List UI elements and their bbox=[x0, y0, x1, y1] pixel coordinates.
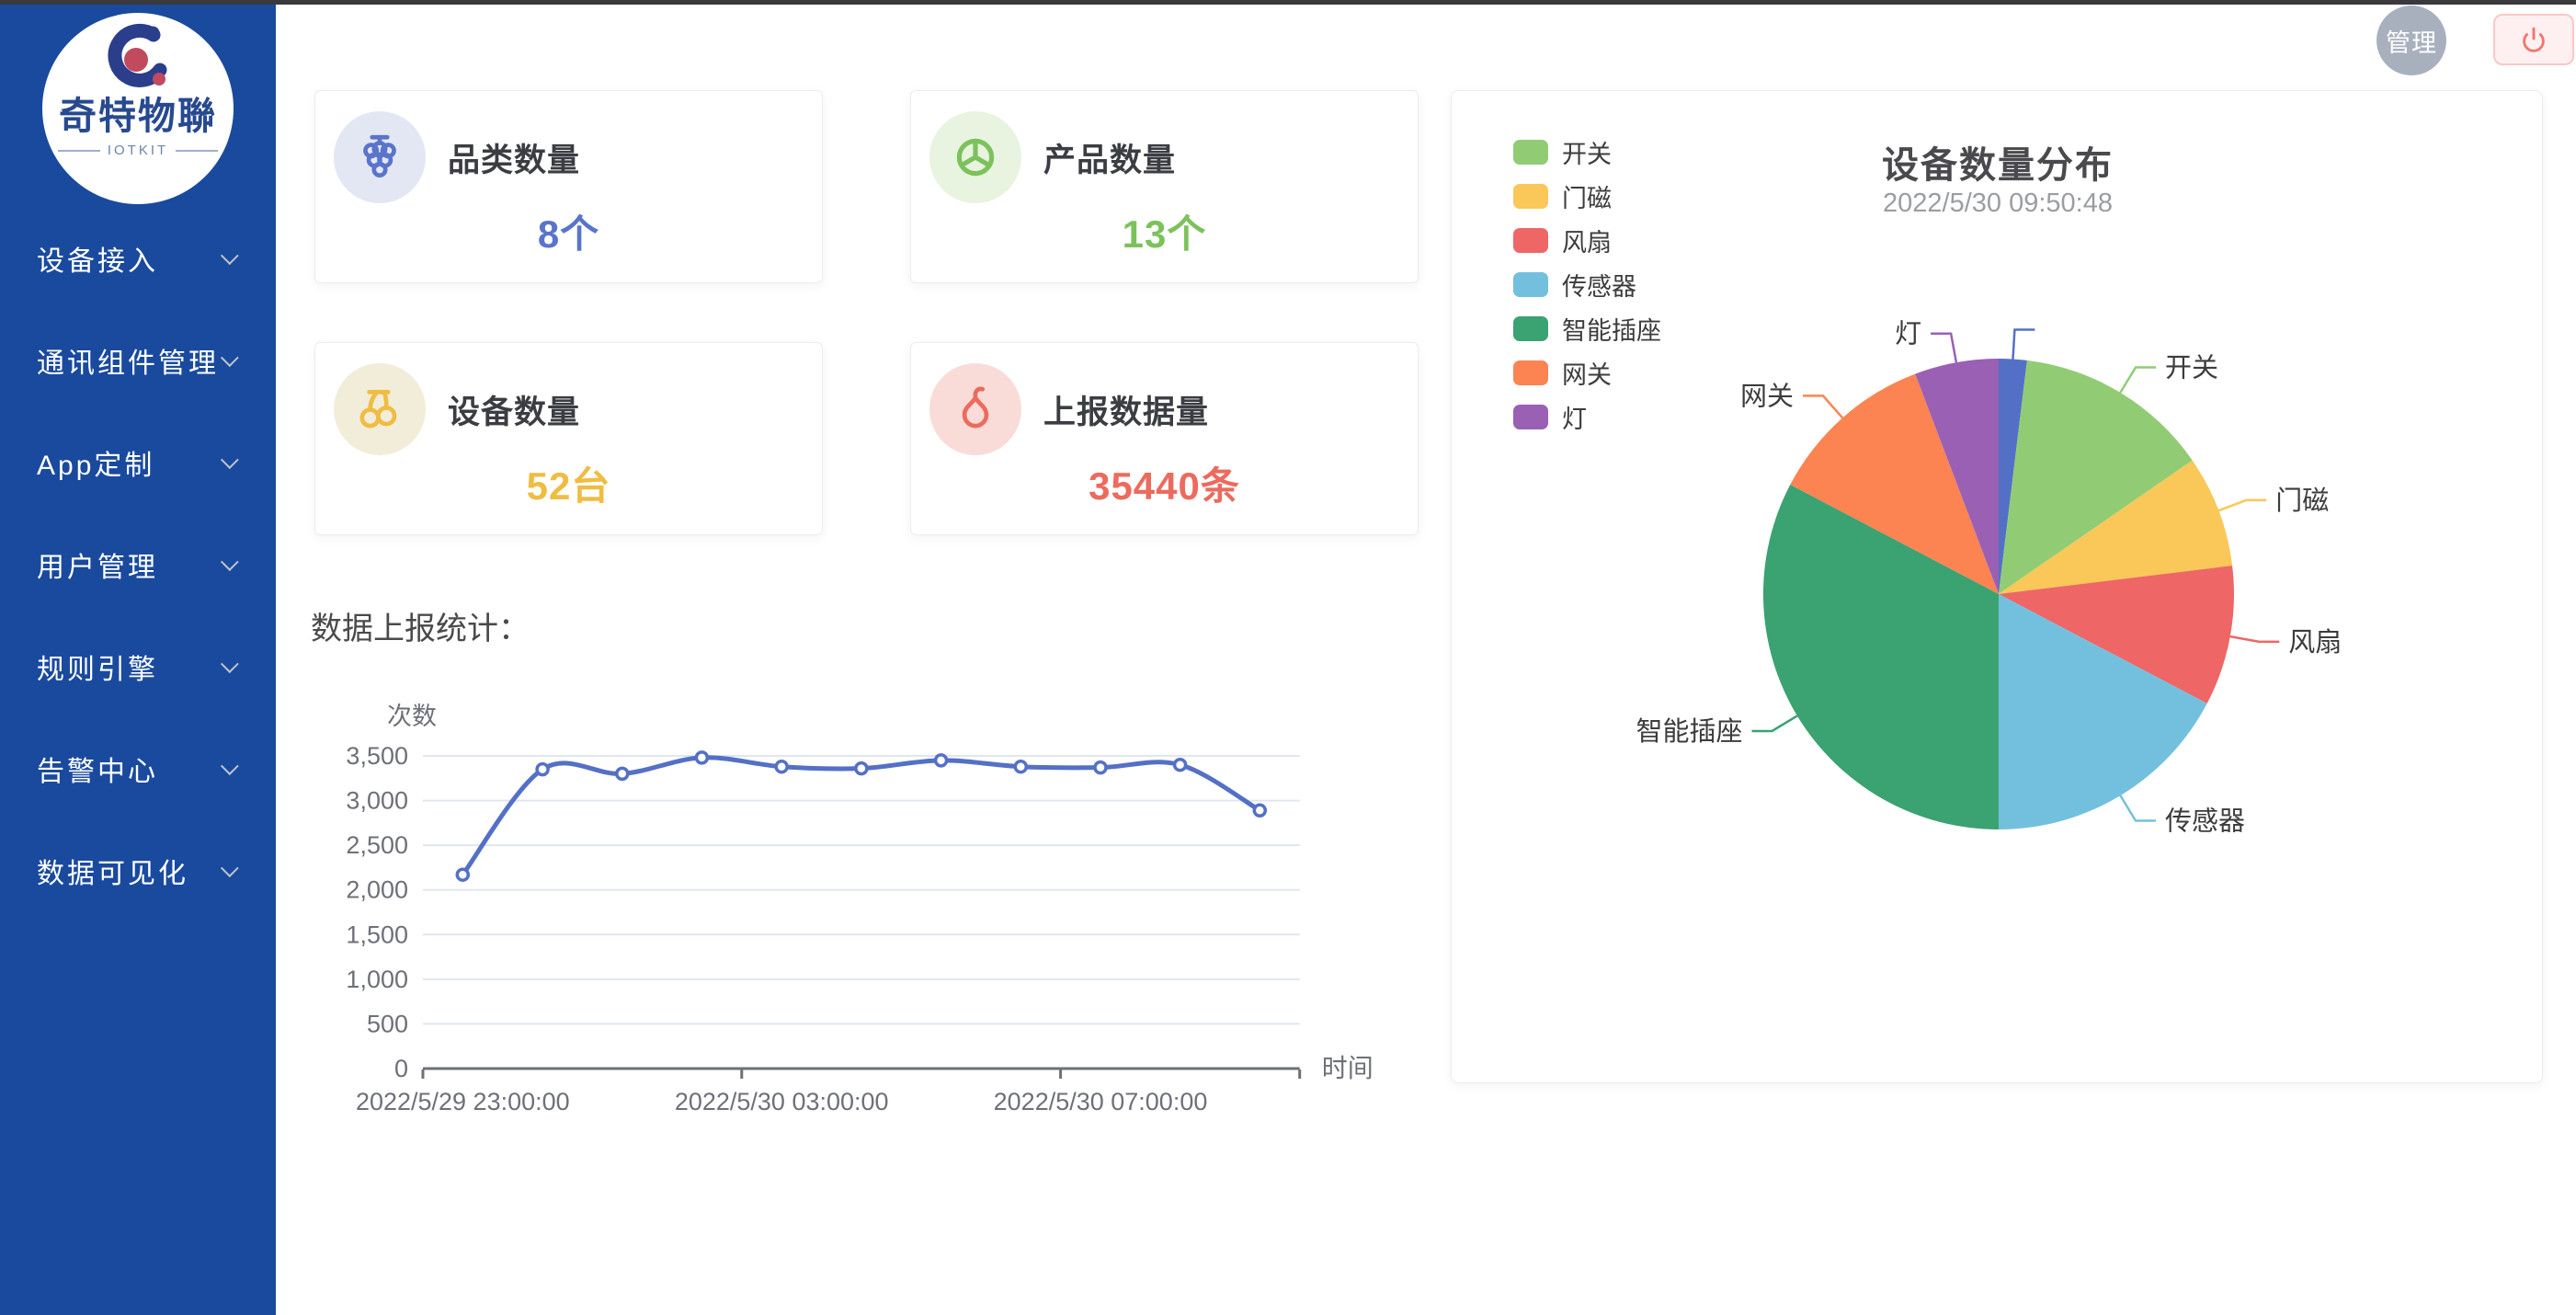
stat-value: 52台 bbox=[315, 455, 822, 511]
chevron-down-icon bbox=[221, 451, 239, 469]
stat-value: 8个 bbox=[315, 203, 822, 259]
category-count-card: 品类数量 8个 bbox=[314, 90, 823, 283]
data-point bbox=[1015, 761, 1026, 772]
line-chart-section-title: 数据上报统计： bbox=[311, 603, 530, 648]
pie-label-line bbox=[1803, 395, 1842, 417]
sidebar-item-alert-center[interactable]: 告警中心 bbox=[0, 717, 276, 819]
stat-value: 13个 bbox=[911, 203, 1418, 259]
y-axis-name: 次数 bbox=[387, 703, 437, 730]
data-point bbox=[856, 763, 867, 774]
data-point bbox=[1175, 760, 1186, 771]
sidebar-item-data-visualization[interactable]: 数据可见化 bbox=[0, 819, 276, 921]
data-point bbox=[537, 764, 548, 775]
pie-slice-label: 智能插座 bbox=[1636, 716, 1742, 747]
x-tick-label: 2022/5/30 07:00:00 bbox=[994, 1088, 1208, 1115]
y-tick-label: 500 bbox=[367, 1010, 408, 1037]
data-point bbox=[1254, 805, 1265, 816]
data-point bbox=[696, 752, 707, 763]
pie-slice-label: 开关 bbox=[2165, 353, 2218, 383]
sidebar-item-device-access[interactable]: 设备接入 bbox=[0, 207, 276, 309]
logo-rule-left bbox=[58, 150, 100, 152]
report-line-chart: 0 500 1,000 1,500 2,000 2,500 3,000 3,500 2022/5… bbox=[303, 685, 1453, 1163]
data-point bbox=[936, 755, 947, 766]
y-tick-label: 3,000 bbox=[346, 787, 408, 815]
pie-slice-label: 网关 bbox=[1740, 381, 1794, 411]
product-count-card: 产品数量 13个 bbox=[910, 90, 1419, 283]
x-tick-label: 2022/5/29 23:00:00 bbox=[356, 1088, 570, 1115]
pie-label-line bbox=[2120, 368, 2156, 393]
report-data-count-card: 上报数据量 35440条 bbox=[910, 342, 1419, 535]
y-tick-label: 0 bbox=[394, 1055, 408, 1082]
device-distribution-pie-chart: 开关门磁风扇传感器 智能插座 网关 灯 bbox=[1452, 91, 2544, 1082]
pie-label-line bbox=[1752, 715, 1797, 731]
pie-slice-label: 风扇 bbox=[2288, 627, 2342, 658]
pie-label-line bbox=[2120, 795, 2156, 820]
pie-slice-label: 门磁 bbox=[2275, 486, 2329, 516]
x-axis-name: 时间 bbox=[1322, 1054, 1373, 1082]
app-logo: 奇特物聯 IOTKIT bbox=[42, 13, 234, 204]
y-tick-label: 1,000 bbox=[346, 966, 408, 993]
pie-label-line bbox=[2218, 500, 2266, 510]
device-distribution-card: 设备数量分布 2022/5/30 09:50:48 开关门磁风扇传感器智能插座网… bbox=[1451, 90, 2543, 1083]
chevron-down-icon bbox=[221, 553, 239, 571]
sidebar-menu: 设备接入 通讯组件管理 App定制 用户管理 规则引擎 告警中心 bbox=[0, 207, 276, 921]
user-avatar[interactable]: 管理 bbox=[2377, 6, 2446, 75]
sidebar-item-rule-engine[interactable]: 规则引擎 bbox=[0, 615, 276, 717]
sidebar-item-comm-components[interactable]: 通讯组件管理 bbox=[0, 309, 276, 411]
y-tick-label: 2,000 bbox=[346, 876, 408, 904]
top-strip bbox=[0, 0, 2576, 5]
y-tick-label: 1,500 bbox=[346, 920, 408, 948]
pie-slice-label: 传感器 bbox=[2165, 806, 2245, 837]
pear-icon bbox=[929, 363, 1021, 455]
stat-title: 设备数量 bbox=[448, 386, 580, 433]
chevron-down-icon bbox=[221, 246, 239, 265]
pie-slice-label: 灯 bbox=[1895, 319, 1921, 349]
stat-title: 上报数据量 bbox=[1043, 386, 1209, 433]
sidebar-item-app-custom[interactable]: App定制 bbox=[0, 411, 276, 513]
chevron-down-icon bbox=[221, 655, 239, 673]
pie-label-line bbox=[1931, 334, 1956, 363]
y-tick-label: 2,500 bbox=[346, 831, 408, 859]
avatar-label: 管理 bbox=[2386, 23, 2437, 59]
logo-title: 奇特物聯 bbox=[59, 96, 217, 137]
data-point bbox=[457, 869, 468, 880]
stat-value: 35440条 bbox=[911, 455, 1418, 511]
x-tick-label: 2022/5/30 03:00:00 bbox=[675, 1088, 889, 1115]
grapes-icon bbox=[334, 111, 426, 203]
chevron-down-icon bbox=[221, 859, 239, 877]
stat-title: 品类数量 bbox=[448, 134, 580, 181]
sidebar: 奇特物聯 IOTKIT 设备接入 通讯组件管理 App定制 用户管理 bbox=[0, 5, 276, 1315]
power-icon bbox=[2518, 24, 2549, 55]
logo-swirl-icon bbox=[101, 22, 175, 96]
logo-rule-right bbox=[176, 150, 218, 152]
cherries-icon bbox=[334, 363, 426, 455]
y-tick-label: 3,500 bbox=[346, 742, 408, 770]
device-count-card: 设备数量 52台 bbox=[314, 342, 823, 535]
data-point bbox=[776, 761, 787, 772]
citrus-slice-icon bbox=[929, 111, 1021, 203]
dashboard-screen: 奇特物聯 IOTKIT 设备接入 通讯组件管理 App定制 用户管理 bbox=[0, 0, 2576, 1315]
pie-label-line bbox=[2230, 636, 2280, 642]
chevron-down-icon bbox=[221, 349, 239, 367]
logout-button[interactable] bbox=[2493, 14, 2574, 65]
stat-title: 产品数量 bbox=[1043, 134, 1176, 181]
data-point bbox=[617, 768, 628, 779]
chevron-down-icon bbox=[221, 757, 239, 775]
pie-label-line bbox=[2013, 330, 2035, 360]
data-point bbox=[1095, 762, 1106, 773]
sidebar-item-user-management[interactable]: 用户管理 bbox=[0, 513, 276, 615]
logo-subtitle: IOTKIT bbox=[58, 143, 218, 158]
